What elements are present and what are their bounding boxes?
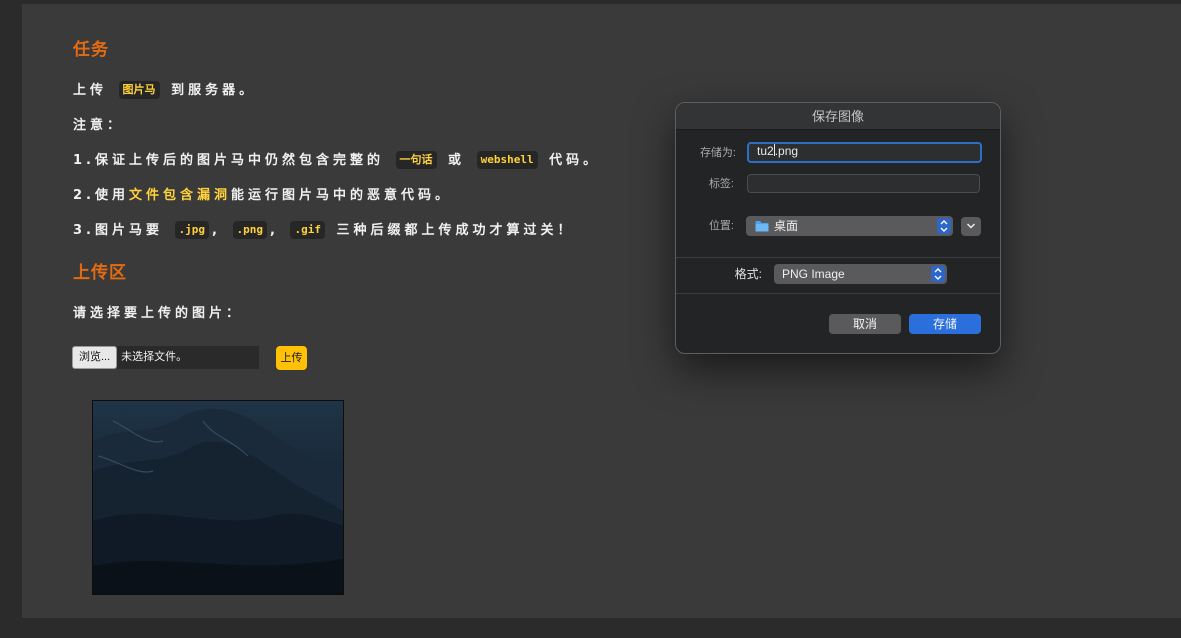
updown-arrows-icon xyxy=(937,218,951,234)
rule-1: 1.保证上传后的图片马中仍然包含完整的 一句话 或 webshell 代码。 xyxy=(73,151,601,169)
upload-prompt: 请选择要上传的图片： xyxy=(73,306,244,321)
folder-icon xyxy=(755,221,769,232)
image-horse-code: 图片马 xyxy=(118,81,160,99)
browse-button[interactable]: 浏览... xyxy=(72,346,118,369)
dialog-title: 保存图像 xyxy=(676,103,1000,130)
location-label: 位置: xyxy=(708,220,734,232)
one-liner-code: 一句话 xyxy=(395,151,437,169)
format-value: PNG Image xyxy=(782,267,845,281)
save-as-label: 存储为: xyxy=(699,147,736,159)
cancel-button[interactable]: 取消 xyxy=(829,314,901,334)
format-select[interactable]: PNG Image xyxy=(774,264,947,284)
gif-extension-code: .gif xyxy=(290,221,325,239)
uploaded-image-preview xyxy=(92,400,344,595)
divider xyxy=(676,293,1000,294)
rule-2: 2.使用文件包含漏洞能运行图片马中的恶意代码。 xyxy=(73,188,453,203)
file-input[interactable]: 浏览... 未选择文件。 xyxy=(72,346,260,369)
tags-input[interactable] xyxy=(747,174,980,193)
rule-3: 3.图片马要 .jpg, .png, .gif 三种后缀都上传成功才算过关！ xyxy=(73,221,575,239)
filename-input[interactable]: tu2.png xyxy=(747,142,982,163)
save-button[interactable]: 存储 xyxy=(909,314,981,334)
chevron-down-icon xyxy=(966,223,976,229)
file-status-text: 未选择文件。 xyxy=(117,346,260,369)
upload-heading: 上传区 xyxy=(73,263,127,283)
jpg-extension-code: .jpg xyxy=(174,221,210,239)
updown-arrows-icon xyxy=(931,266,945,282)
task-description: 上传 图片马 到服务器。 xyxy=(73,81,257,99)
format-label: 格式: xyxy=(734,267,762,281)
tags-label: 标签: xyxy=(708,178,734,190)
save-image-dialog: 保存图像 存储为: tu2.png 标签: 位置: 桌面 格式: PNG Ima… xyxy=(675,102,1001,354)
location-select[interactable]: 桌面 xyxy=(746,216,953,236)
file-inclusion-highlight: 文件包含漏洞 xyxy=(128,188,231,203)
png-extension-code: .png xyxy=(232,221,267,239)
expand-dialog-button[interactable] xyxy=(961,217,981,236)
task-heading: 任务 xyxy=(73,40,109,60)
divider xyxy=(676,257,1000,258)
webshell-code: webshell xyxy=(476,151,538,169)
note-label: 注意： xyxy=(73,118,125,133)
mountain-image xyxy=(93,401,343,594)
location-value: 桌面 xyxy=(774,219,799,233)
upload-button[interactable]: 上传 xyxy=(276,346,307,370)
